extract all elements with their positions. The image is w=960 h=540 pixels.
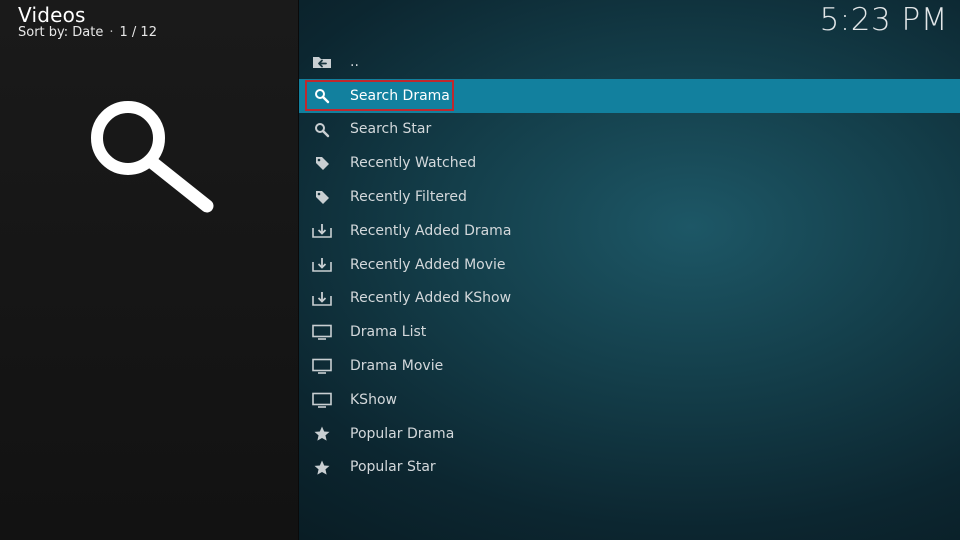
list-item-label: .. [350, 53, 359, 70]
monitor-icon [311, 357, 333, 375]
info-panel [0, 0, 299, 540]
list-item-recently-added-kshow[interactable]: Recently Added KShow [299, 282, 960, 316]
list-item-label: Drama List [350, 324, 427, 341]
search-icon [311, 121, 333, 139]
list-item-recently-added-drama[interactable]: Recently Added Drama [299, 214, 960, 248]
list-item-drama-movie[interactable]: Drama Movie [299, 349, 960, 383]
sort-label: Sort by: Date [18, 25, 104, 40]
tag-icon [311, 188, 333, 206]
kodi-videos-screen: Videos Sort by: Date · 1 / 12 5:23 PM .. S [0, 0, 960, 540]
list-item-label: Search Drama [350, 87, 450, 104]
list-item-recently-filtered[interactable]: Recently Filtered [299, 180, 960, 214]
page-title: Videos [18, 3, 86, 27]
clock: 5:23 PM [819, 2, 948, 38]
list-item-label: Search Star [350, 121, 432, 138]
parent-folder-icon [311, 53, 333, 71]
list-item-label: Recently Added KShow [350, 290, 512, 307]
list-item-label: Recently Added Drama [350, 222, 512, 239]
star-icon [311, 425, 333, 443]
list-item-label: Recently Added Movie [350, 256, 506, 273]
list-item-popular-drama[interactable]: Popular Drama [299, 417, 960, 451]
list-item-drama-list[interactable]: Drama List [299, 315, 960, 349]
list-item-search-drama[interactable]: Search Drama [299, 78, 960, 113]
download-tray-icon [311, 256, 333, 274]
list-item-recently-watched[interactable]: Recently Watched [299, 146, 960, 180]
list-item-label: Drama Movie [350, 358, 444, 375]
list-item-label: Recently Filtered [350, 189, 467, 206]
large-search-icon [91, 101, 214, 213]
download-tray-icon [311, 290, 333, 308]
list-item-label: Popular Star [350, 459, 436, 476]
list-item-kshow[interactable]: KShow [299, 383, 960, 417]
star-icon [311, 459, 333, 477]
monitor-icon [311, 323, 333, 341]
sort-info: Sort by: Date · 1 / 12 [18, 25, 157, 40]
list-item-label: KShow [350, 391, 397, 408]
list-item-recently-added-movie[interactable]: Recently Added Movie [299, 248, 960, 282]
list-item-label: Recently Watched [350, 155, 477, 172]
download-tray-icon [311, 222, 333, 240]
menu-list: .. Search Drama Search Star Recently Wat… [299, 45, 960, 484]
list-item-search-star[interactable]: Search Star [299, 113, 960, 147]
item-position: 1 / 12 [119, 25, 157, 40]
list-item-label: Popular Drama [350, 425, 455, 442]
tag-icon [311, 154, 333, 172]
list-item-popular-star[interactable]: Popular Star [299, 451, 960, 485]
list-item-parent[interactable]: .. [299, 45, 960, 79]
monitor-icon [311, 391, 333, 409]
sort-separator: · [109, 25, 114, 40]
search-icon [311, 87, 333, 105]
